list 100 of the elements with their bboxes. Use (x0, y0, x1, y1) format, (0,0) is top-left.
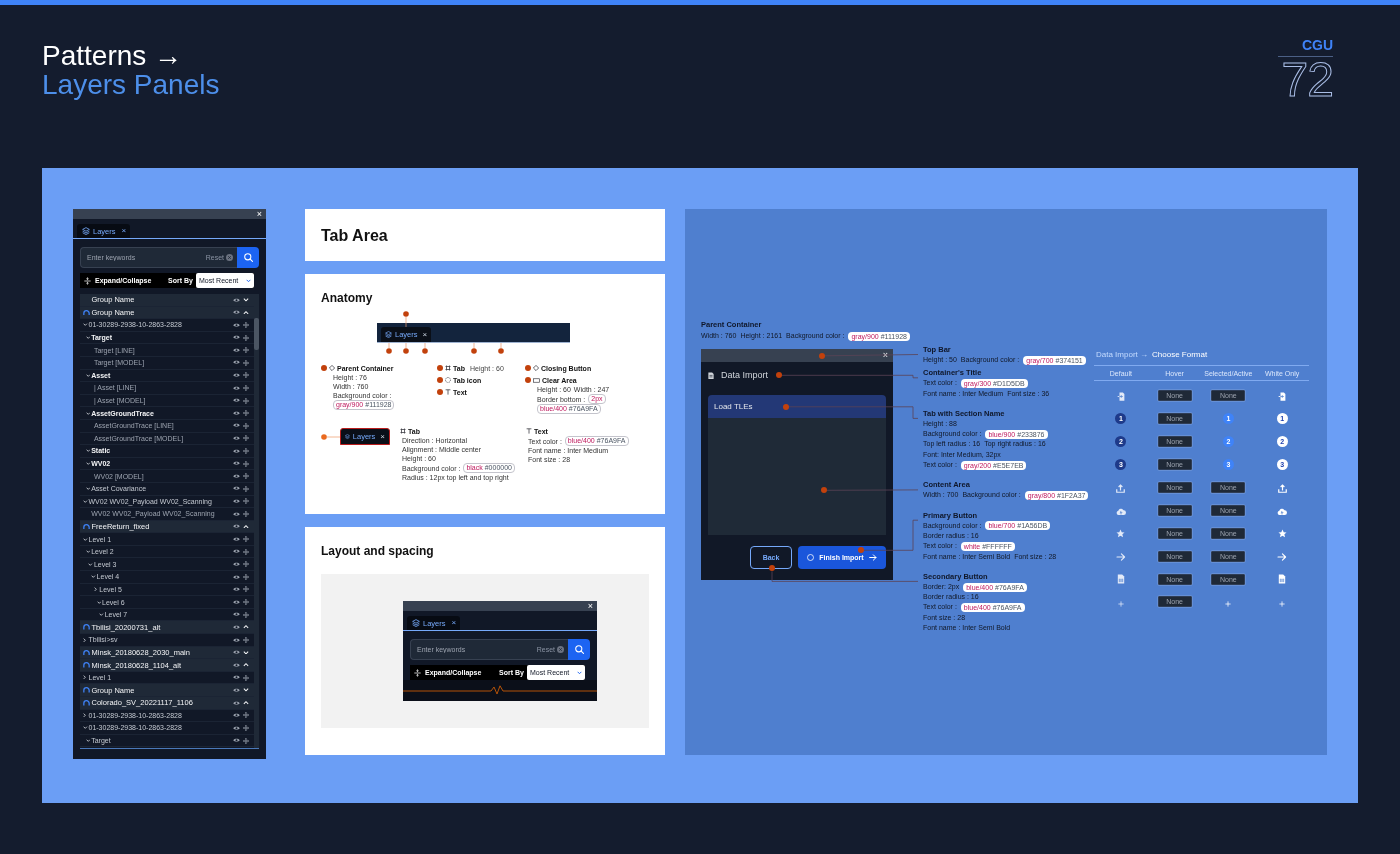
eye-icon[interactable] (233, 612, 240, 617)
chevron-up-icon[interactable] (243, 701, 249, 705)
move-icon[interactable] (243, 674, 249, 681)
chevron-down-icon[interactable] (85, 449, 91, 453)
eye-icon[interactable] (233, 599, 240, 605)
eye-icon[interactable] (233, 347, 240, 353)
chevron-down-icon[interactable] (99, 613, 104, 617)
eye-icon[interactable] (233, 373, 240, 378)
eye-icon[interactable] (233, 461, 240, 466)
eye-icon[interactable] (233, 675, 240, 680)
tab-close-button[interactable]: × (451, 619, 457, 627)
move-icon[interactable] (243, 498, 249, 505)
chevron-down-icon[interactable] (83, 499, 88, 503)
eye-icon[interactable] (233, 398, 240, 403)
move-icon[interactable] (243, 485, 249, 492)
move-icon[interactable] (243, 372, 249, 379)
move-icon[interactable] (243, 737, 249, 744)
chevron-down-icon[interactable] (85, 739, 91, 743)
chevron-right-icon[interactable] (83, 637, 86, 643)
move-icon[interactable] (243, 322, 249, 328)
close-button[interactable]: × (586, 601, 594, 611)
move-icon[interactable] (243, 473, 249, 480)
eye-icon[interactable] (233, 687, 240, 693)
chevron-down-icon[interactable] (85, 487, 91, 491)
chevron-up-icon[interactable] (243, 663, 249, 667)
move-icon[interactable] (243, 586, 249, 593)
eye-icon[interactable] (233, 360, 240, 366)
move-icon[interactable] (243, 422, 249, 429)
eye-icon[interactable] (233, 448, 240, 454)
move-icon[interactable] (243, 460, 249, 467)
eye-icon[interactable] (233, 700, 240, 706)
eye-icon[interactable] (233, 310, 240, 315)
eye-icon[interactable] (233, 486, 240, 491)
scrollbar[interactable] (254, 294, 259, 748)
close-button[interactable]: × (882, 351, 888, 361)
eye-icon[interactable] (233, 725, 240, 731)
chevron-up-icon[interactable] (243, 310, 249, 315)
move-icon[interactable] (243, 410, 249, 417)
eye-icon[interactable] (233, 650, 240, 655)
eye-icon[interactable] (233, 410, 240, 416)
chevron-down-icon[interactable] (85, 411, 91, 415)
eye-icon[interactable] (233, 335, 240, 340)
eye-icon[interactable] (233, 738, 240, 743)
chevron-down-icon[interactable] (96, 600, 101, 604)
chevron-down-icon[interactable] (85, 462, 91, 465)
move-icon[interactable] (243, 510, 249, 517)
eye-icon[interactable] (233, 297, 240, 303)
eye-icon[interactable] (233, 587, 240, 592)
eye-icon[interactable] (233, 385, 240, 391)
eye-icon[interactable] (233, 713, 240, 718)
eye-icon[interactable] (233, 423, 240, 429)
chevron-right-icon[interactable] (83, 675, 86, 680)
close-button[interactable]: × (255, 209, 263, 219)
move-icon[interactable] (243, 636, 249, 643)
eye-icon[interactable] (233, 662, 240, 668)
eye-icon[interactable] (233, 549, 240, 554)
move-icon[interactable] (243, 548, 249, 555)
chevron-down-icon[interactable] (85, 336, 91, 340)
tab-close-button[interactable]: × (380, 432, 385, 441)
chevron-down-icon[interactable] (85, 550, 91, 554)
eye-icon[interactable] (233, 436, 240, 441)
tab-close-button[interactable]: × (422, 330, 428, 339)
move-icon[interactable] (243, 561, 249, 568)
move-icon[interactable] (243, 397, 249, 404)
eye-icon[interactable] (233, 511, 240, 517)
chevron-down-icon[interactable] (88, 562, 93, 566)
chevron-down-icon[interactable] (83, 726, 88, 730)
chevron-down-icon[interactable] (83, 323, 88, 327)
eye-icon[interactable] (233, 536, 240, 542)
move-icon[interactable] (243, 573, 249, 580)
move-icon[interactable] (243, 599, 249, 606)
eye-icon[interactable] (233, 561, 240, 567)
chevron-right-icon[interactable] (93, 587, 97, 592)
search-button[interactable] (237, 247, 259, 268)
eye-icon[interactable] (233, 322, 240, 328)
move-icon[interactable] (243, 359, 249, 366)
move-icon[interactable] (243, 447, 249, 454)
move-icon[interactable] (243, 712, 249, 719)
eye-icon[interactable] (233, 574, 240, 580)
move-icon[interactable] (243, 611, 249, 618)
tab-close-button[interactable]: × (121, 227, 127, 235)
chevron-up-icon[interactable] (243, 524, 249, 529)
chevron-up-icon[interactable] (243, 625, 249, 630)
move-icon[interactable] (243, 435, 249, 442)
search-button[interactable] (568, 639, 590, 660)
chevron-down-icon[interactable] (91, 575, 96, 579)
move-icon[interactable] (243, 384, 249, 391)
move-icon[interactable] (243, 347, 249, 354)
chevron-down-icon[interactable] (85, 373, 91, 377)
eye-icon[interactable] (233, 624, 240, 630)
move-icon[interactable] (243, 725, 249, 731)
chevron-right-icon[interactable] (83, 713, 86, 718)
eye-icon[interactable] (233, 637, 240, 643)
eye-icon[interactable] (233, 473, 240, 479)
move-icon[interactable] (243, 536, 249, 543)
move-icon[interactable] (243, 334, 249, 341)
chevron-down-icon[interactable] (83, 537, 88, 541)
section-tab[interactable]: Load TLEs (708, 395, 886, 419)
eye-icon[interactable] (233, 499, 240, 504)
eye-icon[interactable] (233, 524, 240, 529)
